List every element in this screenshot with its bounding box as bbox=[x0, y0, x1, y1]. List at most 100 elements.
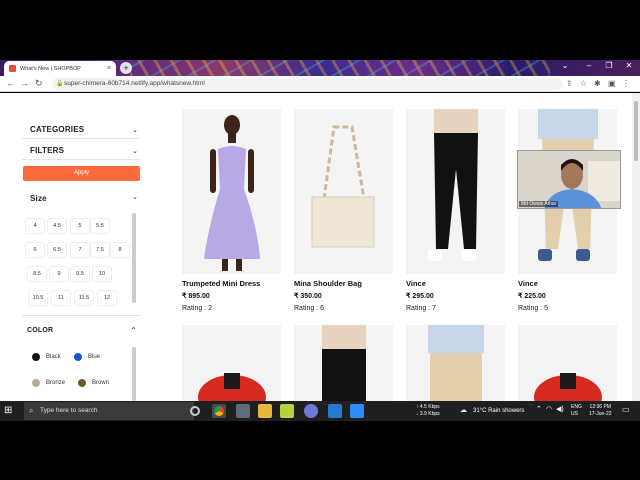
url-text: super-chimera-60b714.netlify.app/whatsne… bbox=[64, 80, 205, 87]
close-tab-icon[interactable]: × bbox=[107, 65, 111, 72]
size-heading[interactable]: Size bbox=[30, 194, 47, 203]
color-option-brown[interactable]: Brown bbox=[78, 375, 109, 391]
chevron-down-icon[interactable]: ⌄ bbox=[132, 126, 138, 134]
color-option-blue[interactable]: Blue bbox=[74, 349, 100, 365]
new-tab-button[interactable]: + bbox=[120, 62, 132, 74]
clock[interactable]: 12:36 PM 17-Jun-22 bbox=[589, 404, 612, 417]
product-image[interactable] bbox=[294, 109, 393, 274]
size-option[interactable]: 7.5 bbox=[90, 242, 110, 258]
product-image[interactable] bbox=[182, 109, 281, 274]
menu-icon[interactable]: ⋮ bbox=[622, 79, 630, 88]
apply-button[interactable]: Apply bbox=[23, 166, 140, 181]
product-price: ₹ 295.00 bbox=[406, 293, 434, 300]
size-option[interactable]: 11.5 bbox=[74, 290, 94, 306]
categories-heading[interactable]: CATEGORIES bbox=[30, 125, 84, 134]
size-option[interactable]: 12 bbox=[97, 290, 117, 306]
chevron-up-icon[interactable]: ⌃ bbox=[130, 326, 137, 335]
size-option[interactable]: 9 bbox=[49, 266, 69, 282]
color-scrollbar[interactable] bbox=[132, 347, 136, 401]
extensions-icon[interactable]: ✱ bbox=[594, 79, 601, 88]
size-option[interactable]: 4 bbox=[25, 218, 45, 234]
product-name[interactable]: Trumpeted Mini Dress bbox=[182, 279, 260, 288]
calculator-icon[interactable] bbox=[236, 404, 250, 418]
browser-tab-strip: What's New | SHOPBOP × + ⌄ – ❐ ✕ bbox=[0, 60, 640, 76]
network-speed: ↑ 4.5 Kbps ↓ 3.9 Kbps bbox=[416, 404, 440, 417]
webcam-name-label: Md Owais Athar bbox=[519, 201, 559, 207]
back-arrow-icon[interactable]: ← bbox=[6, 78, 15, 88]
product-price: ₹ 895.00 bbox=[182, 293, 210, 300]
color-option-bronze[interactable]: Bronze bbox=[32, 375, 65, 391]
product-price: ₹ 225.00 bbox=[518, 293, 546, 300]
product-image[interactable] bbox=[406, 325, 505, 401]
web-page: CATEGORIES ⌄ FILTERS ⌄ Apply Size ⌄ 4 4.… bbox=[0, 93, 640, 401]
tab-title: What's New | SHOPBOP bbox=[20, 65, 81, 72]
browser-tab[interactable]: What's New | SHOPBOP × bbox=[4, 61, 116, 76]
product-image[interactable] bbox=[182, 325, 281, 401]
search-icon: ⌕ bbox=[29, 406, 34, 415]
size-option[interactable]: 10.5 bbox=[28, 290, 48, 306]
reload-icon[interactable]: ↻ bbox=[35, 78, 43, 89]
bookmark-star-icon[interactable]: ☆ bbox=[580, 79, 587, 88]
size-option[interactable]: 8.5 bbox=[27, 266, 47, 282]
browser-theme-decoration bbox=[130, 60, 550, 76]
filters-heading[interactable]: FILTERS bbox=[30, 146, 64, 155]
weather-text[interactable]: 31°C Rain showers bbox=[473, 408, 524, 415]
edge-icon[interactable] bbox=[304, 404, 318, 418]
lang-text: ENG bbox=[571, 404, 582, 410]
volume-icon[interactable]: ◀) bbox=[556, 406, 564, 414]
shopbop-favicon-icon bbox=[9, 65, 16, 72]
windows-start-icon[interactable]: ⊞ bbox=[4, 405, 12, 416]
size-option[interactable]: 6 bbox=[25, 242, 45, 258]
wifi-icon[interactable]: ◠ bbox=[546, 406, 552, 414]
size-option[interactable]: 11 bbox=[51, 290, 71, 306]
notification-icon[interactable]: ▭ bbox=[622, 406, 630, 414]
sidepanel-icon[interactable]: ▣ bbox=[608, 79, 616, 88]
chevron-down-icon[interactable]: ⌄ bbox=[132, 193, 138, 201]
lock-icon: 🔒 bbox=[56, 81, 64, 87]
chrome-icon[interactable] bbox=[214, 406, 224, 416]
zoom-icon[interactable] bbox=[350, 404, 364, 418]
file-explorer-icon[interactable] bbox=[258, 404, 272, 418]
color-heading[interactable]: COLOR bbox=[27, 327, 53, 334]
scrollbar-thumb[interactable] bbox=[634, 101, 638, 161]
vscode-icon[interactable] bbox=[328, 404, 342, 418]
size-option[interactable]: 9.5 bbox=[70, 266, 90, 282]
product-image[interactable] bbox=[518, 325, 617, 401]
product-image[interactable] bbox=[294, 325, 393, 401]
color-swatch bbox=[32, 379, 40, 387]
date-text: 17-Jun-22 bbox=[589, 410, 612, 417]
product-price: ₹ 350.00 bbox=[294, 293, 322, 300]
page-scrollbar[interactable] bbox=[632, 93, 640, 401]
size-option[interactable]: 5.5 bbox=[90, 218, 110, 234]
product-name[interactable]: Vince bbox=[406, 279, 426, 288]
product-name[interactable]: Mina Shoulder Bag bbox=[294, 279, 362, 288]
address-bar[interactable]: 🔒 super-chimera-60b714.netlify.app/whats… bbox=[52, 78, 562, 90]
size-scrollbar[interactable] bbox=[132, 213, 136, 303]
forward-arrow-icon[interactable]: → bbox=[20, 78, 29, 88]
size-option[interactable]: 7 bbox=[70, 242, 90, 258]
close-window-button[interactable]: ✕ bbox=[620, 61, 638, 70]
size-option[interactable]: 5 bbox=[70, 218, 90, 234]
letterbox-bottom bbox=[0, 421, 640, 480]
size-option[interactable]: 6.5 bbox=[47, 242, 67, 258]
product-name[interactable]: Vince bbox=[518, 279, 538, 288]
chevron-up-icon[interactable]: ⌃ bbox=[536, 406, 542, 414]
tab-search-icon[interactable]: ⌄ bbox=[556, 61, 574, 70]
size-option[interactable]: 8 bbox=[110, 242, 130, 258]
cortana-icon[interactable] bbox=[190, 406, 200, 416]
chevron-down-icon[interactable]: ⌄ bbox=[132, 147, 138, 155]
maximize-button[interactable]: ❐ bbox=[600, 61, 618, 70]
product-rating: Rating : 7 bbox=[406, 305, 436, 312]
minimize-button[interactable]: – bbox=[580, 61, 598, 70]
product-rating: Rating : 6 bbox=[294, 305, 324, 312]
product-rating: Rating : 2 bbox=[182, 305, 212, 312]
size-option[interactable]: 4.5 bbox=[47, 218, 67, 234]
widgets-icon[interactable] bbox=[152, 404, 182, 418]
cloud-icon[interactable]: ☁ bbox=[460, 407, 467, 415]
notes-icon[interactable] bbox=[280, 404, 294, 418]
share-icon[interactable]: ⇪ bbox=[566, 79, 573, 88]
product-image[interactable] bbox=[406, 109, 505, 274]
size-option[interactable]: 10 bbox=[92, 266, 112, 282]
language-indicator[interactable]: ENG US bbox=[571, 404, 582, 417]
color-option-black[interactable]: Black bbox=[32, 349, 61, 365]
